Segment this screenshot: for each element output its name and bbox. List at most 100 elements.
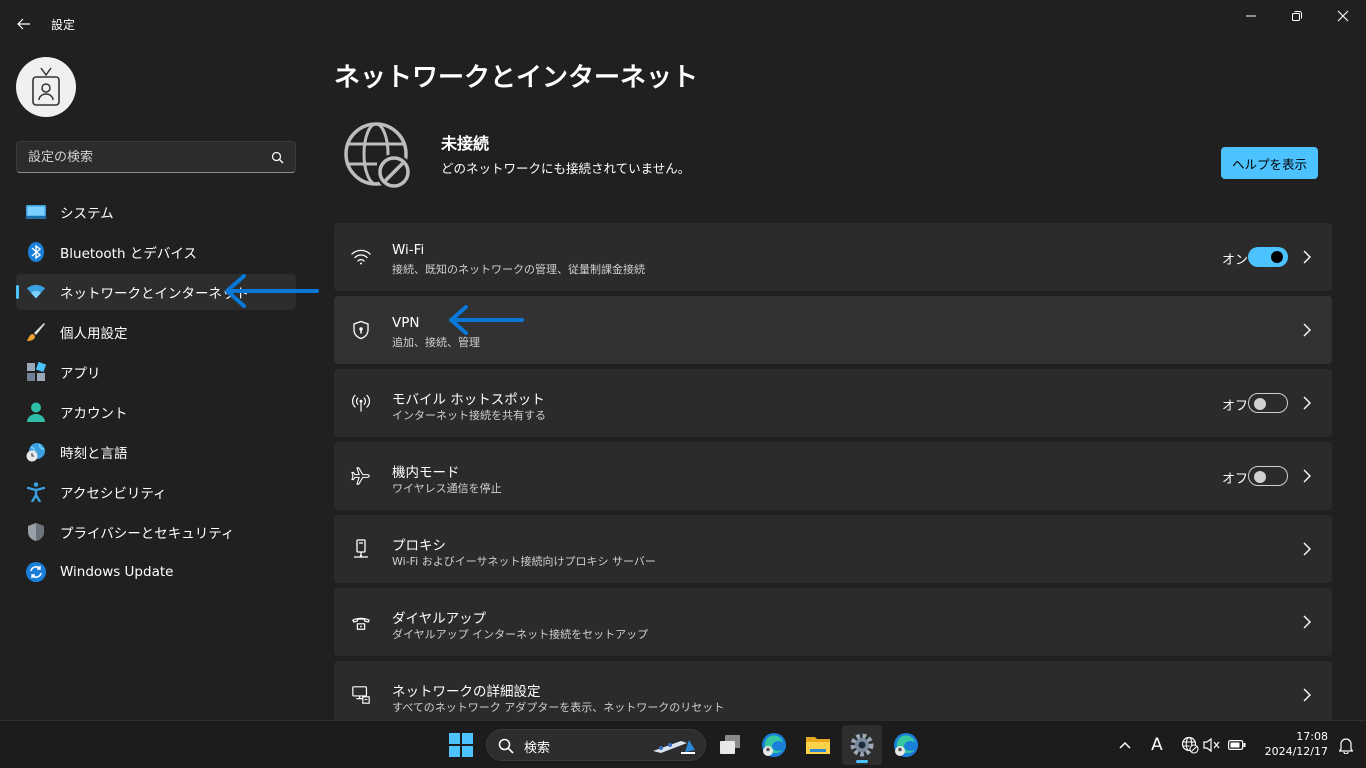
toggle-state-label: オン [1221, 253, 1248, 268]
sidebar-item-label: システム [60, 206, 114, 222]
clock-time: 17:08 [1296, 730, 1328, 743]
row-subtitle: インターネット接続を共有する [392, 409, 546, 422]
hotspot-icon [351, 393, 371, 413]
shield-icon [26, 522, 46, 542]
task-view-button[interactable] [710, 725, 750, 765]
close-button[interactable] [1320, 0, 1366, 32]
accessibility-icon [26, 482, 46, 502]
search-highlight-icon [653, 740, 695, 754]
row-proxy[interactable]: プロキシ Wi-Fi およびイーサネット接続向けプロキシ サーバー [334, 515, 1332, 583]
row-wifi[interactable]: Wi-Fi 接続、既知のネットワークの管理、従量制課金接続 オン [334, 223, 1332, 291]
row-airplane-mode[interactable]: 機内モード ワイヤレス通信を停止 オフ [334, 442, 1332, 510]
annotation-arrow [225, 274, 319, 308]
person-icon [26, 402, 46, 422]
clock-date: 2024/12/17 [1264, 745, 1328, 758]
row-dialup[interactable]: ダイヤルアップ ダイヤルアップ インターネット接続をセットアップ [334, 588, 1332, 656]
minimize-icon [1246, 15, 1256, 17]
row-advanced-network[interactable]: ネットワークの詳細設定 すべてのネットワーク アダプターを表示、ネットワークのリ… [334, 661, 1332, 729]
sidebar-item-label: 時刻と言語 [60, 446, 128, 462]
sidebar-item-personalization[interactable]: 個人用設定 [16, 314, 296, 350]
sidebar-item-accounts[interactable]: アカウント [16, 394, 296, 430]
wifi-toggle[interactable] [1248, 247, 1288, 267]
bell-icon [1338, 738, 1354, 754]
globe-clock-icon [26, 442, 46, 462]
battery-icon [1228, 740, 1246, 751]
connection-status-description: どのネットワークにも接続されていません。 [441, 161, 691, 176]
settings-search[interactable] [16, 141, 296, 173]
wifi-icon [26, 282, 46, 302]
connection-status-title: 未接続 [441, 134, 490, 153]
row-title: ネットワークの詳細設定 [392, 684, 541, 700]
folder-icon [806, 737, 830, 754]
show-help-button[interactable]: ヘルプを表示 [1221, 147, 1318, 179]
battery-button[interactable] [1227, 735, 1247, 755]
toggle-knob [1271, 251, 1283, 263]
speaker-muted-icon [1203, 737, 1220, 753]
row-title: モバイル ホットスポット [392, 392, 545, 408]
airplane-icon [351, 466, 371, 486]
globe-disconnected-icon [344, 122, 412, 190]
hotspot-toggle[interactable] [1248, 393, 1288, 413]
notifications-button[interactable] [1336, 735, 1356, 755]
avatar[interactable] [16, 57, 76, 117]
vpn-shield-icon [351, 320, 371, 340]
toggle-state-label: オフ [1221, 399, 1248, 414]
apps-icon [26, 362, 46, 382]
taskbar-explorer-button[interactable] [798, 725, 838, 765]
chevron-right-icon [1303, 469, 1311, 483]
taskbar-search-label: 検索 [524, 741, 551, 756]
minimize-button[interactable] [1228, 0, 1274, 32]
row-title: Wi-Fi [392, 242, 425, 258]
sidebar-item-system[interactable]: システム [16, 194, 296, 230]
sidebar-item-time-language[interactable]: 時刻と言語 [16, 434, 296, 470]
task-view-icon [720, 735, 740, 754]
system-clock[interactable]: 17:08 2024/12/17 [1258, 729, 1328, 759]
toggle-knob [1254, 471, 1266, 483]
search-input[interactable] [17, 149, 257, 165]
row-mobile-hotspot[interactable]: モバイル ホットスポット インターネット接続を共有する オフ [334, 369, 1332, 437]
search-icon [498, 738, 514, 754]
row-subtitle: 接続、既知のネットワークの管理、従量制課金接続 [392, 263, 645, 276]
start-button[interactable] [441, 725, 481, 765]
page-title: ネットワークとインターネット [334, 63, 699, 93]
airplane-toggle[interactable] [1248, 466, 1288, 486]
row-subtitle: ダイヤルアップ インターネット接続をセットアップ [392, 628, 649, 641]
sidebar-item-apps[interactable]: アプリ [16, 354, 296, 390]
chevron-right-icon [1303, 542, 1311, 556]
row-subtitle: すべてのネットワーク アダプターを表示、ネットワークのリセット [392, 701, 725, 714]
sidebar-item-windows-update[interactable]: Windows Update [16, 554, 296, 590]
maximize-button[interactable] [1274, 0, 1320, 32]
globe-no-connection-icon [1181, 736, 1199, 754]
row-subtitle: Wi-Fi およびイーサネット接続向けプロキシ サーバー [392, 555, 656, 568]
back-arrow-icon [17, 18, 30, 30]
toggle-state-label: オフ [1221, 472, 1248, 487]
taskbar-settings-button[interactable] [842, 725, 882, 765]
sidebar-item-label: Bluetooth とデバイス [60, 246, 197, 262]
wifi-icon [351, 247, 371, 267]
ime-indicator[interactable]: A [1147, 735, 1167, 755]
sidebar-item-label: アカウント [60, 406, 128, 422]
settings-window: 設定 システム [0, 0, 1366, 729]
monitor-icon [26, 202, 46, 222]
edge-icon [762, 733, 786, 757]
restore-icon [1292, 11, 1302, 21]
network-status-button[interactable] [1180, 735, 1200, 755]
sidebar-item-bluetooth[interactable]: Bluetooth とデバイス [16, 234, 296, 270]
volume-button[interactable] [1202, 735, 1222, 755]
show-hidden-icons-button[interactable] [1115, 735, 1135, 755]
update-icon [26, 562, 46, 582]
taskbar-edge-profile-button[interactable] [886, 725, 926, 765]
paintbrush-icon [26, 322, 46, 342]
taskbar-search[interactable]: 検索 [486, 729, 706, 761]
row-subtitle: 追加、接続、管理 [392, 336, 480, 349]
sidebar-item-privacy[interactable]: プライバシーとセキュリティ [16, 514, 296, 550]
dialup-icon [351, 612, 371, 632]
sidebar-item-label: ネットワークとインターネット [60, 286, 249, 302]
taskbar-edge-button[interactable] [754, 725, 794, 765]
network-pc-icon [351, 685, 371, 705]
sidebar-item-accessibility[interactable]: アクセシビリティ [16, 474, 296, 510]
row-title: VPN [392, 315, 420, 331]
back-button[interactable] [10, 10, 38, 38]
sidebar-nav: システム Bluetooth とデバイス ネットワークとインターネット 個人用設… [16, 194, 296, 594]
chevron-right-icon [1303, 396, 1311, 410]
